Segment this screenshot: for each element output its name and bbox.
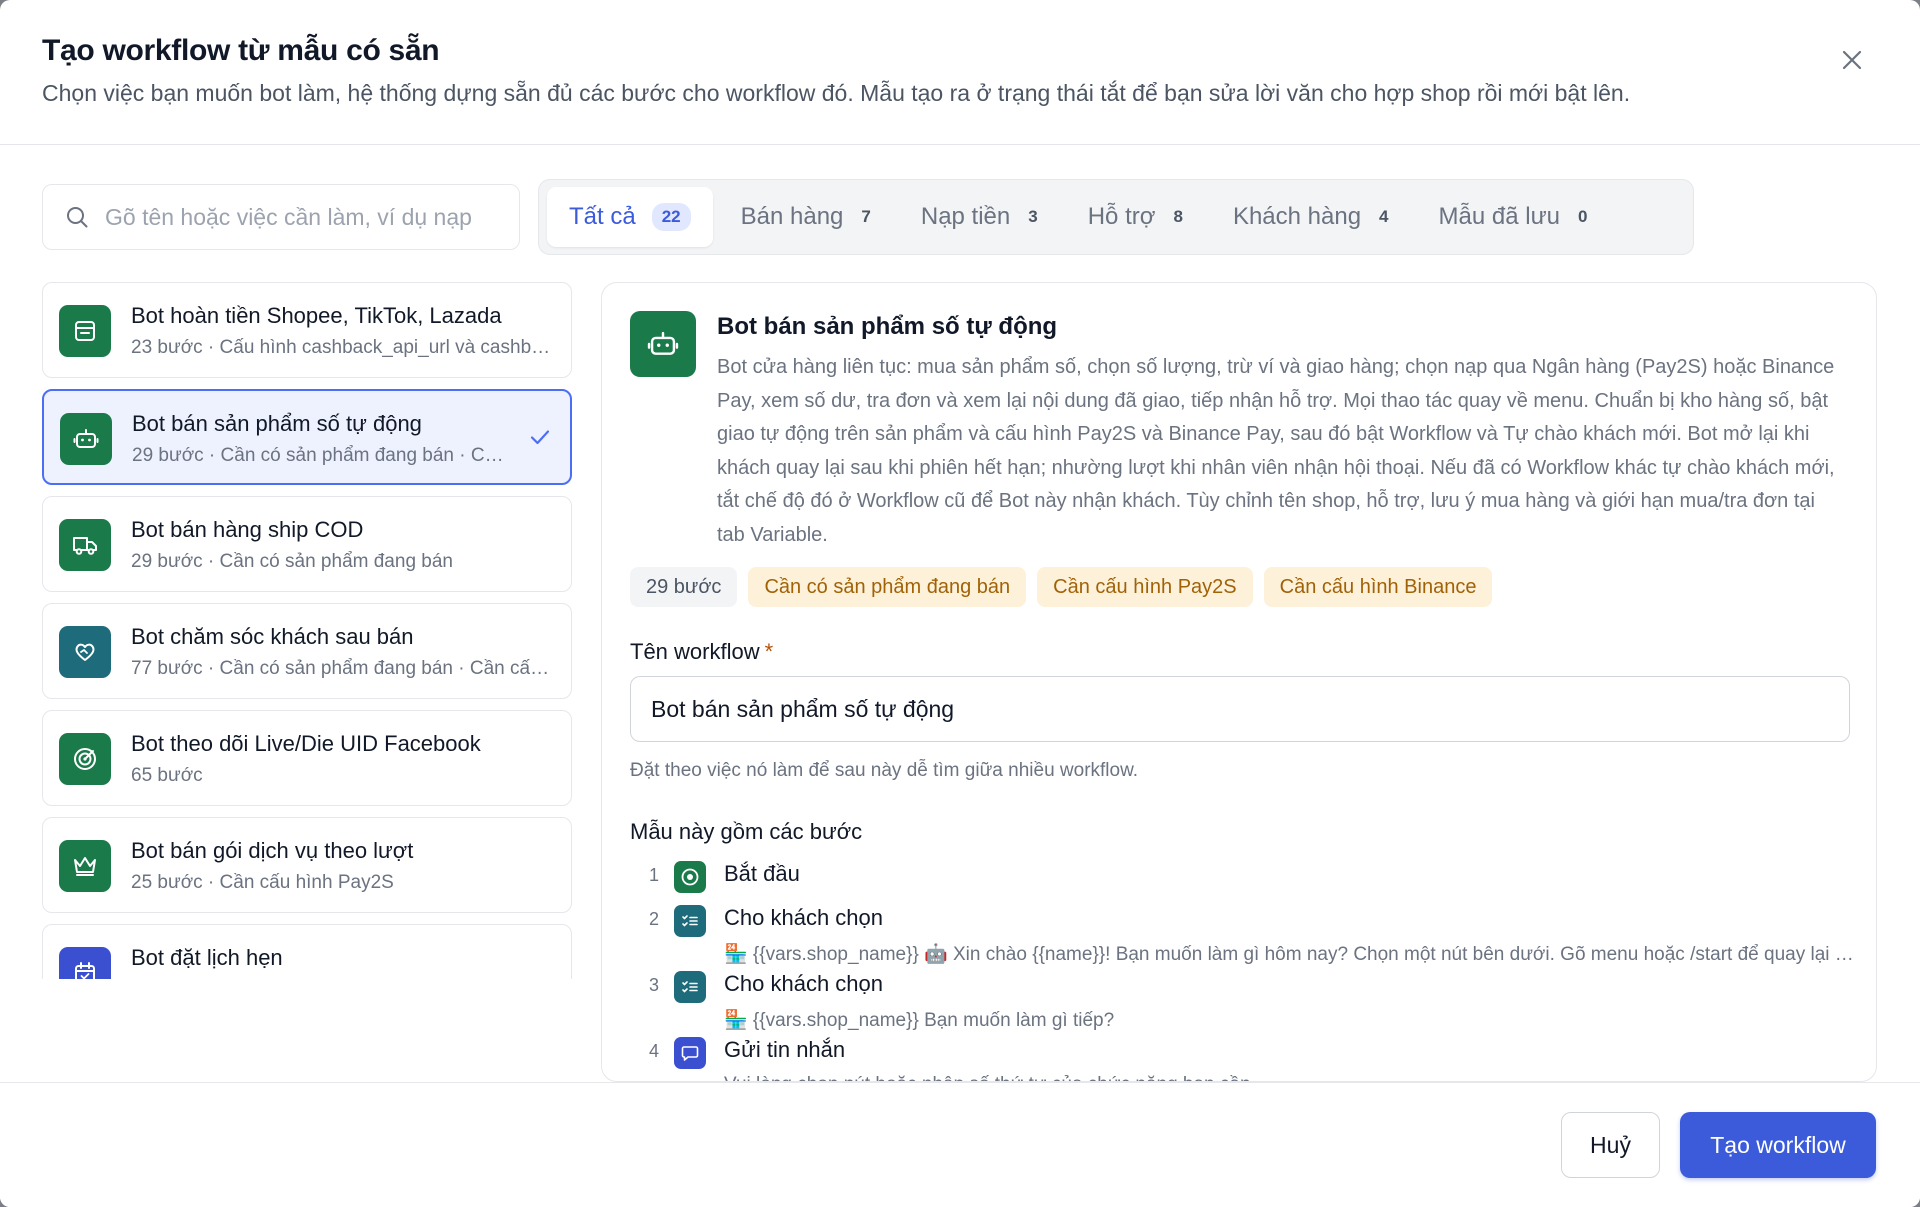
step-item: 3 Cho khách chọn 🏪 {{vars.shop_name}} Bạ… bbox=[630, 971, 1860, 1037]
tab-count: 22 bbox=[651, 203, 691, 231]
tab-count: 4 bbox=[1379, 207, 1389, 226]
workflow-name-input[interactable] bbox=[630, 676, 1850, 742]
step-number: 4 bbox=[648, 1041, 659, 1061]
step-number: 1 bbox=[648, 865, 659, 885]
message-icon bbox=[674, 1037, 706, 1069]
crown-icon bbox=[59, 840, 111, 892]
tab-label: Hỗ trợ bbox=[1087, 203, 1156, 230]
robot-icon bbox=[60, 413, 112, 465]
template-subtitle: 23 bước · Cấu hình cashback_api_url và c… bbox=[131, 337, 553, 358]
create-workflow-button[interactable]: Tạo workflow bbox=[1680, 1112, 1876, 1178]
dialog-title: Tạo workflow từ mẫu có sẵn bbox=[42, 34, 440, 67]
template-card[interactable]: Bot theo dõi Live/Die UID Facebook 65 bư… bbox=[42, 710, 572, 806]
step-number: 2 bbox=[648, 909, 659, 929]
requirement-badges: 29 bước Cần có sản phẩm đang bán Cần cấu… bbox=[630, 567, 1493, 607]
step-item: 2 Cho khách chọn 🏪 {{vars.shop_name}} 🤖 … bbox=[630, 905, 1860, 971]
tab-support[interactable]: Hỗ trợ 8 bbox=[1066, 187, 1205, 247]
step-description: 🏪 {{vars.shop_name}} Bạn muốn làm gì tiế… bbox=[724, 1010, 1115, 1031]
template-title: Bot bán gói dịch vụ theo lượt bbox=[131, 838, 414, 863]
start-icon bbox=[674, 861, 706, 893]
template-subtitle: 65 bước bbox=[131, 765, 203, 786]
template-card[interactable]: Bot bán gói dịch vụ theo lượt 25 bước · … bbox=[42, 817, 572, 913]
search-input[interactable] bbox=[105, 203, 519, 231]
search-icon bbox=[67, 207, 88, 228]
checklist-icon bbox=[674, 971, 706, 1003]
template-title: Bot theo dõi Live/Die UID Facebook bbox=[131, 731, 481, 756]
step-number: 3 bbox=[648, 975, 659, 995]
steps-heading: Mẫu này gồm các bước bbox=[630, 819, 863, 844]
step-title: Bắt đầu bbox=[724, 861, 800, 886]
step-description: 🏪 {{vars.shop_name}} 🤖 Xin chào {{name}}… bbox=[724, 944, 1854, 965]
workflow-name-label-text: Tên workflow bbox=[630, 639, 760, 664]
tab-sales[interactable]: Bán hàng 7 bbox=[719, 187, 893, 247]
dialog-header: Tạo workflow từ mẫu có sẵn Chọn việc bạn… bbox=[0, 0, 1920, 145]
step-count-badge: 29 bước bbox=[630, 567, 738, 607]
template-detail-panel: Bot bán sản phẩm số tự động Bot cửa hàng… bbox=[601, 282, 1877, 1082]
tab-count: 0 bbox=[1577, 207, 1588, 226]
step-title: Gửi tin nhắn bbox=[724, 1037, 846, 1062]
tab-customers[interactable]: Khách hàng 4 bbox=[1211, 187, 1411, 247]
template-list[interactable]: Bot hoàn tiền Shopee, TikTok, Lazada 23 … bbox=[42, 282, 572, 979]
close-button[interactable] bbox=[1834, 42, 1870, 78]
template-title: Bot đặt lịch hẹn bbox=[131, 945, 283, 970]
template-card[interactable]: Bot bán hàng ship COD 29 bước · Cần có s… bbox=[42, 496, 572, 592]
template-card[interactable]: Bot đặt lịch hẹn bbox=[42, 924, 572, 979]
template-card[interactable]: Bot chăm sóc khách sau bán 77 bước · Cần… bbox=[42, 603, 572, 699]
tab-label: Khách hàng bbox=[1232, 203, 1362, 230]
workflow-name-label: Tên workflow * bbox=[630, 639, 773, 665]
tab-label: Mẫu đã lưu bbox=[1438, 203, 1560, 230]
tab-label: Bán hàng bbox=[740, 203, 844, 230]
template-card-selected[interactable]: Bot bán sản phẩm số tự động 29 bước · Cầ… bbox=[42, 389, 572, 485]
template-card[interactable]: Bot hoàn tiền Shopee, TikTok, Lazada 23 … bbox=[42, 282, 572, 378]
checklist-icon bbox=[674, 905, 706, 937]
tab-count: 8 bbox=[1173, 207, 1183, 226]
requirement-badge: Cần cấu hình Binance bbox=[1263, 567, 1493, 607]
search-field[interactable] bbox=[42, 184, 520, 250]
create-from-template-dialog: Tạo workflow từ mẫu có sẵn Chọn việc bạn… bbox=[0, 0, 1920, 1207]
tab-label: Nạp tiền bbox=[920, 203, 1011, 230]
close-icon bbox=[1842, 50, 1862, 70]
tab-saved[interactable]: Mẫu đã lưu 0 bbox=[1417, 187, 1610, 247]
step-title: Cho khách chọn bbox=[724, 905, 883, 930]
truck-icon bbox=[59, 519, 111, 571]
template-subtitle: 29 bước · Cần có sản phẩm đang bán · Cần… bbox=[132, 445, 514, 466]
template-subtitle: 25 bước · Cần cấu hình Pay2S bbox=[131, 872, 394, 893]
step-item: 1 Bắt đầu bbox=[630, 861, 1860, 901]
template-title: Bot hoàn tiền Shopee, TikTok, Lazada bbox=[131, 303, 502, 328]
check-icon bbox=[530, 430, 550, 445]
tab-count: 7 bbox=[861, 207, 871, 226]
tab-all[interactable]: Tất cả 22 bbox=[547, 187, 713, 247]
detail-title: Bot bán sản phẩm số tự động bbox=[717, 313, 1058, 340]
receipt-icon bbox=[59, 305, 111, 357]
dialog-subtitle: Chọn việc bạn muốn bot làm, hệ thống dựn… bbox=[42, 80, 1631, 106]
requirement-badge: Cần có sản phẩm đang bán bbox=[748, 567, 1027, 607]
tab-topup[interactable]: Nạp tiền 3 bbox=[899, 187, 1060, 247]
category-tabs: Tất cả 22 Bán hàng 7 Nạp tiền 3 Hỗ trợ 8 Khá… bbox=[538, 179, 1694, 255]
step-description: Vui lòng chọn nút hoặc nhập số thứ tự củ… bbox=[724, 1074, 1854, 1081]
requirement-badge: Cần cấu hình Pay2S bbox=[1037, 567, 1253, 607]
step-title: Cho khách chọn bbox=[724, 971, 883, 996]
calendar-icon bbox=[59, 947, 111, 979]
target-icon bbox=[59, 733, 111, 785]
step-item: 4 Gửi tin nhắn Vui lòng chọn nút hoặc nh… bbox=[630, 1037, 1860, 1081]
tab-count: 3 bbox=[1028, 207, 1038, 226]
template-title: Bot bán sản phẩm số tự động bbox=[132, 411, 422, 436]
template-subtitle: 29 bước · Cần có sản phẩm đang bán bbox=[131, 551, 453, 572]
robot-icon bbox=[630, 311, 696, 377]
tab-label: Tất cả bbox=[569, 203, 636, 230]
cancel-button[interactable]: Huỷ bbox=[1561, 1112, 1660, 1178]
required-marker: * bbox=[764, 639, 774, 664]
dialog-footer: Huỷ Tạo workflow bbox=[0, 1082, 1920, 1207]
heart-hand-icon bbox=[59, 626, 111, 678]
template-subtitle: 77 bước · Cần có sản phẩm đang bán · Cần… bbox=[131, 658, 553, 679]
workflow-name-hint: Đặt theo việc nó làm để sau này dễ tìm g… bbox=[630, 760, 1139, 781]
template-title: Bot bán hàng ship COD bbox=[131, 517, 364, 542]
detail-description: Bot cửa hàng liên tục: mua sản phẩm số, … bbox=[717, 356, 1835, 546]
template-title: Bot chăm sóc khách sau bán bbox=[131, 624, 414, 649]
